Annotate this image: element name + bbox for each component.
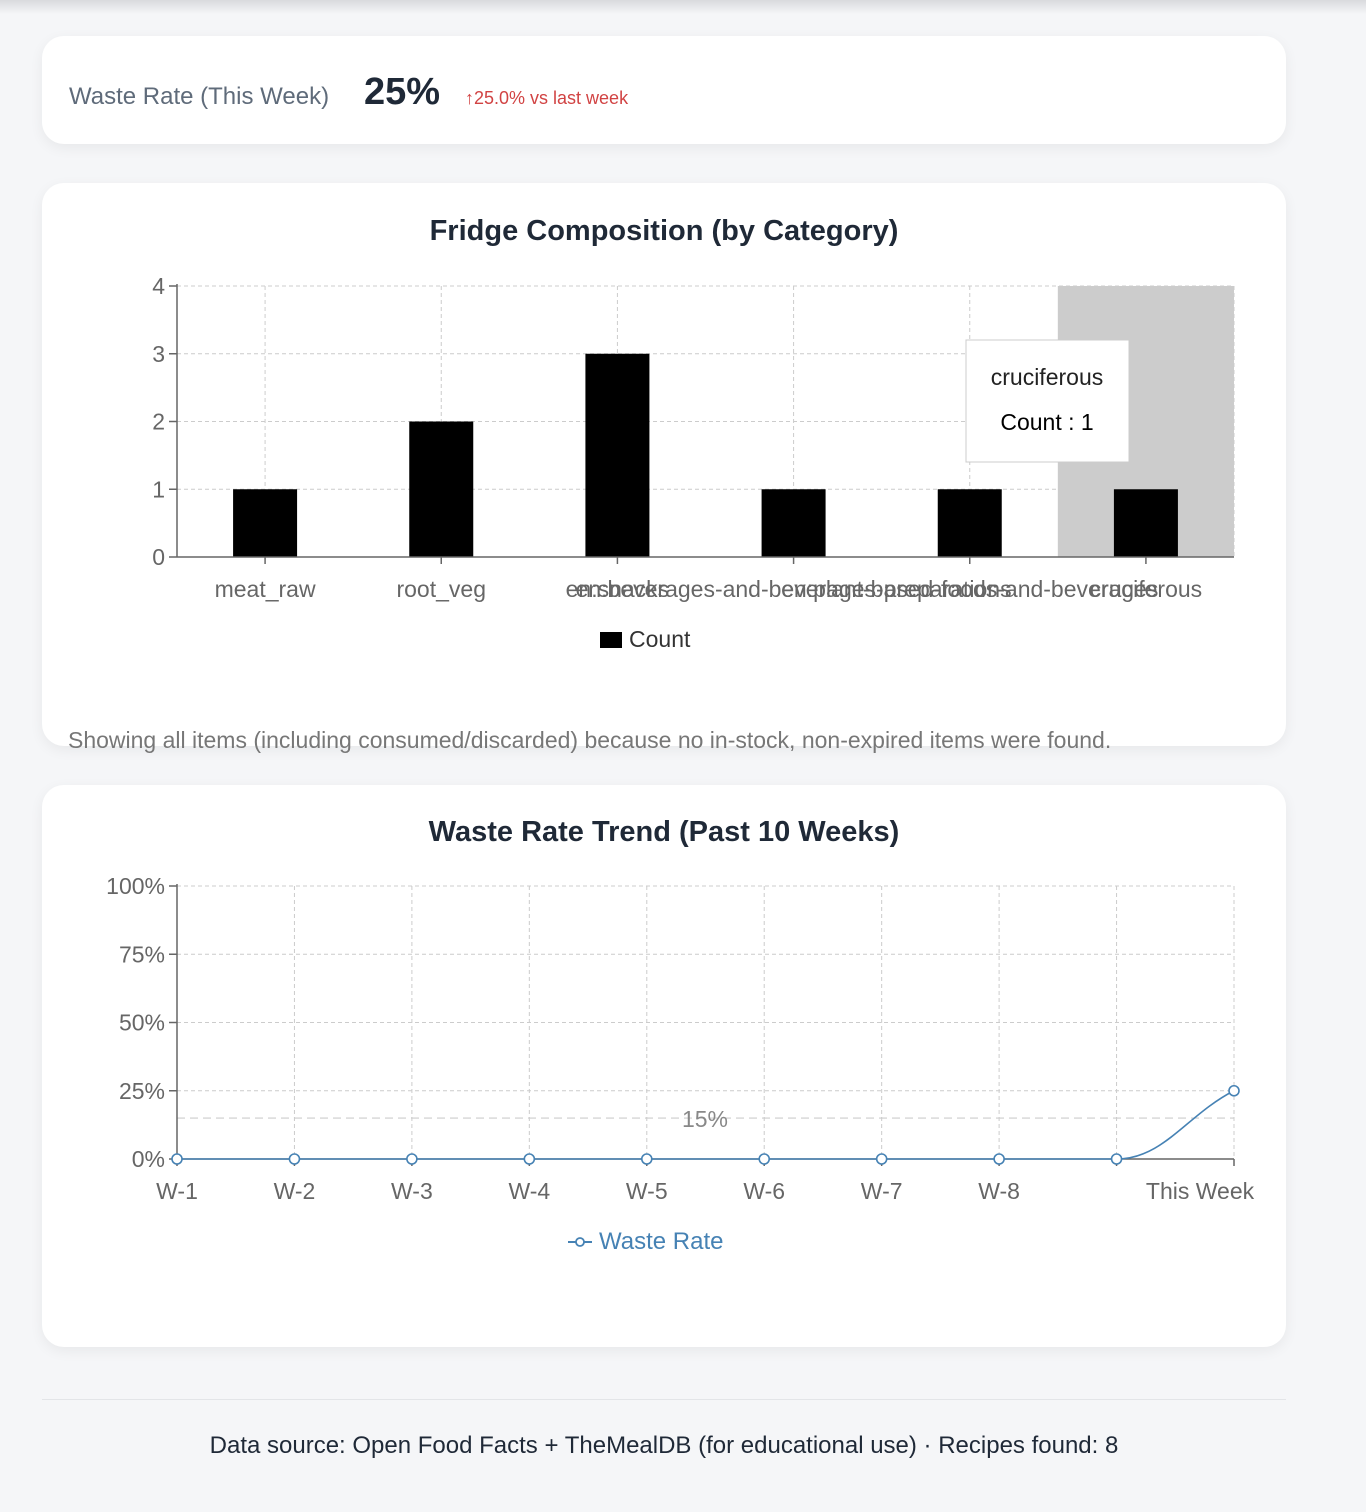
x-tick-label: This Week <box>1146 1178 1255 1204</box>
y-tick-label: 3 <box>152 341 165 367</box>
data-point <box>171 1153 183 1165</box>
x-tick-label: W-8 <box>978 1178 1020 1204</box>
y-tick-label: 0 <box>152 544 165 570</box>
bar <box>761 489 826 557</box>
x-tick-label: W-1 <box>156 1178 198 1204</box>
x-tick-label: root_veg <box>396 576 486 602</box>
y-tick-label: 75% <box>119 941 165 967</box>
tooltip-box <box>965 339 1130 463</box>
bar <box>937 489 1002 557</box>
data-point <box>758 1153 771 1165</box>
reference-line-label: 15% <box>682 1106 728 1132</box>
charts-svg: 01234meat_raw root_veg en:snacksen:beverag… <box>106 273 1254 1255</box>
footer-text: Data source: Open Food Facts + TheMealDB… <box>209 1432 1119 1459</box>
bar <box>1113 489 1178 557</box>
tooltip-value: Count : 1 <box>1000 409 1093 435</box>
legend-marker <box>575 1237 585 1247</box>
legend-label: Waste Rate <box>599 1228 724 1255</box>
data-point <box>288 1153 301 1165</box>
legend-label: Count <box>629 626 691 652</box>
bar <box>585 353 650 557</box>
data-point <box>406 1153 418 1165</box>
legend-swatch <box>600 632 622 648</box>
x-tick-label: W-4 <box>508 1178 550 1204</box>
data-point <box>993 1153 1005 1165</box>
data-point <box>1110 1153 1123 1165</box>
x-tick-label: W-7 <box>861 1178 903 1204</box>
footer-divider <box>42 1399 1286 1400</box>
y-tick-label: 1 <box>152 476 165 502</box>
y-tick-label: 4 <box>152 273 165 299</box>
y-tick-label: 100% <box>106 873 165 899</box>
y-tick-label: 0% <box>132 1146 165 1172</box>
y-tick-label: 25% <box>119 1078 165 1104</box>
line-chart: 15% 0% 25% 50% 75% 100% W-1 W-2 W-3 W-4 W-5 W-6 W-7 W… <box>106 873 1254 1255</box>
tooltip-title: cruciferous <box>991 364 1103 390</box>
data-point <box>875 1153 888 1165</box>
x-tick-label: meat_raw <box>215 576 316 602</box>
x-tick-label: W-6 <box>743 1178 785 1204</box>
x-tick-label: W-5 <box>626 1178 668 1204</box>
bar <box>409 421 474 557</box>
data-point <box>1228 1084 1240 1097</box>
bar <box>233 489 298 557</box>
y-tick-label: 50% <box>119 1010 165 1036</box>
data-point <box>523 1153 536 1165</box>
y-tick-label: 2 <box>152 409 165 435</box>
x-tick-label: cruciferous <box>1090 576 1202 602</box>
x-tick-label: W-2 <box>274 1178 316 1204</box>
x-tick-label: W-3 <box>391 1178 433 1204</box>
bar-chart: 01234meat_raw root_veg en:snacksen:beverag… <box>152 273 1235 652</box>
data-point <box>640 1153 653 1165</box>
